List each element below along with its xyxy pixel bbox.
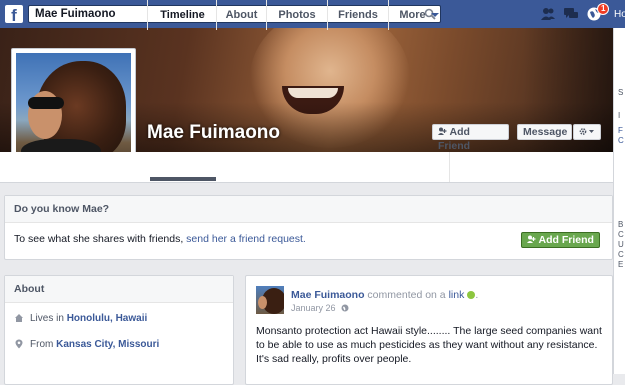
post-date[interactable]: January 26: [291, 303, 336, 313]
tab-more[interactable]: More: [388, 0, 449, 30]
timeline-nav: [0, 152, 613, 183]
post-link[interactable]: link: [449, 289, 465, 301]
link-dot-icon: [467, 291, 476, 300]
messages-icon[interactable]: [563, 6, 579, 22]
lives-in-prefix: Lives in: [30, 313, 67, 324]
message-label: Message: [523, 126, 568, 138]
home-link[interactable]: Ho: [614, 9, 625, 20]
gear-icon: [579, 128, 594, 135]
from-row: From Kansas City, Missouri: [14, 339, 159, 350]
lives-in-link[interactable]: Honolulu, Hawaii: [67, 313, 148, 324]
sidebar-glimpse-char: I: [618, 111, 621, 120]
friend-requests-icon[interactable]: [540, 6, 556, 22]
timeline-post: Mae Fuimaono commented on a link. Januar…: [245, 275, 613, 385]
right-sidebar: S I F C B C U C E: [613, 28, 625, 374]
sidebar-glimpse-char: E: [618, 260, 624, 269]
sidebar-glimpse-char: S: [618, 88, 624, 97]
sidebar-glimpse-char: C: [618, 230, 624, 239]
about-title: About: [5, 276, 233, 303]
add-friend-icon: [527, 235, 536, 243]
facebook-logo-icon[interactable]: f: [5, 5, 23, 23]
sidebar-glimpse-char: B: [618, 220, 624, 229]
do-you-know-text: To see what she shares with friends, sen…: [14, 233, 306, 245]
sidebar-glimpse-char: U: [618, 240, 624, 249]
tab-photos[interactable]: Photos: [266, 0, 327, 30]
add-friend-green-label: Add Friend: [538, 234, 594, 246]
tab-friends[interactable]: Friends: [327, 0, 388, 30]
about-box: About Lives in Honolulu, Hawaii From Kan…: [4, 275, 234, 385]
post-author-link[interactable]: Mae Fuimaono: [291, 289, 365, 301]
post-action: commented on a: [364, 289, 449, 301]
send-friend-request-link[interactable]: send her a friend request.: [186, 233, 306, 245]
home-icon: [15, 314, 23, 323]
sidebar-glimpse-char: C: [618, 136, 624, 145]
post-date-row: January 26: [291, 303, 349, 313]
do-you-know-title: Do you know Mae?: [5, 196, 612, 223]
from-link[interactable]: Kansas City, Missouri: [56, 339, 159, 350]
sidebar-glimpse-char: F: [618, 126, 623, 135]
add-friend-green-button[interactable]: Add Friend: [521, 232, 600, 248]
lives-in-row: Lives in Honolulu, Hawaii: [14, 313, 147, 324]
sidebar-glimpse-char: C: [618, 250, 624, 259]
notifications-badge: 1: [597, 3, 610, 15]
post-header: Mae Fuimaono commented on a link.: [291, 289, 479, 301]
post-body: Monsanto protection act Hawaii style....…: [256, 325, 602, 365]
tab-timeline[interactable]: Timeline: [147, 0, 217, 30]
message-button[interactable]: Message: [517, 124, 572, 140]
profile-name[interactable]: Mae Fuimaono: [147, 122, 280, 144]
do-you-know-prefix: To see what she shares with friends,: [14, 233, 187, 245]
post-avatar[interactable]: [256, 286, 284, 314]
settings-gear-button[interactable]: [573, 124, 601, 140]
add-friend-icon: [438, 127, 447, 135]
active-tab-indicator: [150, 177, 216, 181]
search-input-value: Mae Fuimaono: [35, 8, 116, 20]
add-friend-button[interactable]: Add Friend: [432, 124, 509, 152]
tab-about[interactable]: About: [216, 0, 266, 30]
do-you-know-box: Do you know Mae? To see what she shares …: [4, 195, 613, 260]
privacy-globe-icon[interactable]: [341, 304, 349, 312]
location-pin-icon: [15, 339, 23, 349]
from-prefix: From: [30, 339, 57, 350]
